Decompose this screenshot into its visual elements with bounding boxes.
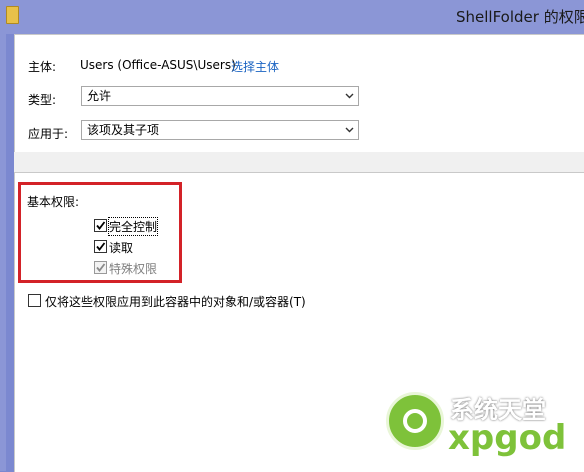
- window-title: ShellFolder 的权限: [456, 8, 584, 26]
- type-select-value: 允许: [87, 89, 112, 103]
- type-label: 类型:: [28, 93, 57, 107]
- chevron-down-icon: [344, 87, 354, 105]
- watermark-logo-icon: [386, 392, 444, 450]
- applies-to-select-value: 该项及其子项: [87, 123, 160, 137]
- apply-to-container-only-checkbox[interactable]: [28, 294, 41, 307]
- highlight-box: [18, 182, 182, 283]
- title-bar[interactable]: ShellFolder 的权限: [0, 0, 584, 34]
- select-principal-link[interactable]: 选择主体: [231, 58, 279, 75]
- site-watermark: 系统天堂 xpgod: [386, 388, 584, 471]
- principal-label: 主体:: [28, 60, 57, 74]
- folder-icon: [6, 6, 19, 24]
- principal-panel: 主体: Users (Office-ASUS\Users) 选择主体 类型: 允…: [14, 34, 584, 154]
- chevron-down-icon: [344, 121, 354, 139]
- window-edge: [0, 34, 6, 471]
- watermark-logo-ring: [403, 409, 427, 433]
- section-divider: [14, 152, 584, 172]
- principal-value: Users (Office-ASUS\Users): [80, 58, 236, 72]
- type-select[interactable]: 允许: [81, 86, 359, 106]
- watermark-line2: xpgod: [448, 418, 567, 458]
- applies-to-select[interactable]: 该项及其子项: [81, 120, 359, 140]
- applies-to-label: 应用于:: [28, 127, 69, 141]
- apply-to-container-only-label[interactable]: 仅将这些权限应用到此容器中的对象和/或容器(T): [45, 293, 306, 310]
